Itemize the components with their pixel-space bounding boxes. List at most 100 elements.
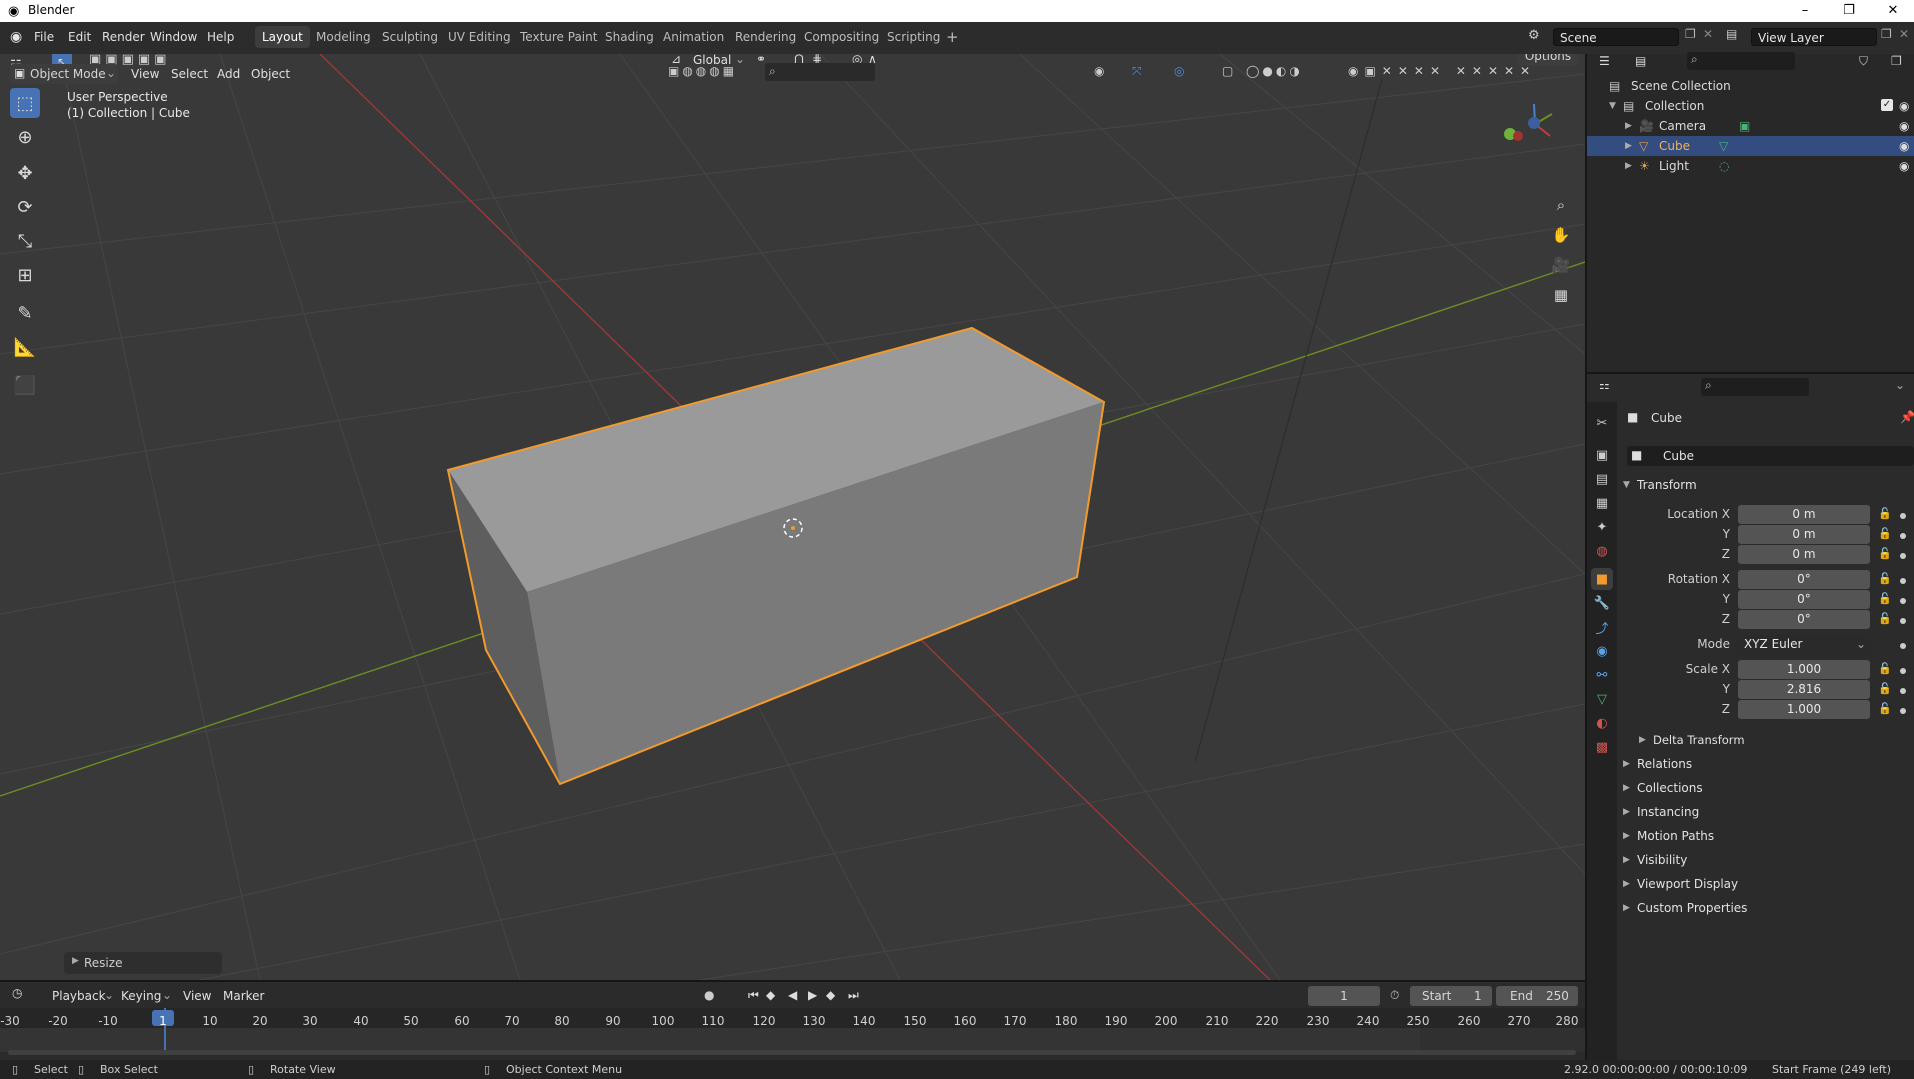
- record-icon[interactable]: ●: [704, 988, 714, 1002]
- tab-constraints[interactable]: ⚯: [1591, 664, 1613, 686]
- keyframe-dot[interactable]: [1900, 533, 1906, 539]
- custom-properties-panel-header[interactable]: ▶ Custom Properties: [1617, 897, 1912, 919]
- play-reverse-icon[interactable]: ◀: [788, 988, 797, 1002]
- tab-animation[interactable]: Animation: [656, 26, 731, 48]
- properties-search-input[interactable]: [1701, 378, 1809, 396]
- object-name-field[interactable]: ■ Cube: [1627, 446, 1914, 466]
- pan-button[interactable]: ✋: [1548, 222, 1574, 248]
- cursor-tool[interactable]: ⊕: [10, 122, 40, 152]
- tab-scene[interactable]: ✦: [1591, 516, 1613, 538]
- delta-transform-header[interactable]: ▶ Delta Transform: [1631, 729, 1912, 751]
- stopwatch-icon[interactable]: ⏱: [1390, 988, 1399, 1003]
- menu-view[interactable]: View: [131, 64, 159, 84]
- move-tool[interactable]: ✥: [10, 158, 40, 188]
- location-x-field[interactable]: 0 m: [1738, 505, 1870, 524]
- scale-tool[interactable]: ⤡: [10, 226, 40, 256]
- timeline[interactable]: ◷ Playback ⌄ Keying ⌄ View Marker ● ⏮ ◆ …: [0, 982, 1585, 1060]
- chevron-right-icon[interactable]: ▶: [1625, 156, 1632, 176]
- zoom-button[interactable]: ⌕: [1548, 192, 1574, 218]
- lock-icon[interactable]: 🔓: [1878, 507, 1892, 520]
- collection-checkbox[interactable]: ✓: [1881, 99, 1893, 111]
- area-separator[interactable]: [0, 980, 1585, 982]
- area-separator[interactable]: [1585, 54, 1587, 1060]
- instancing-panel-header[interactable]: ▶ Instancing: [1617, 801, 1912, 823]
- prev-keyframe-icon[interactable]: ◆: [766, 988, 775, 1002]
- menu-window[interactable]: Window: [146, 28, 201, 46]
- lock-icon[interactable]: 🔓: [1878, 527, 1892, 540]
- rotation-z-field[interactable]: 0°: [1738, 610, 1870, 629]
- close-button[interactable]: ✕: [1872, 0, 1914, 22]
- mode-selector[interactable]: ▣ Object Mode ⌄: [10, 64, 118, 84]
- keyframe-area[interactable]: [0, 1028, 1585, 1052]
- tab-modeling[interactable]: Modeling: [309, 26, 378, 48]
- menu-select[interactable]: Select: [171, 64, 208, 84]
- menu-playback[interactable]: Playback: [52, 986, 106, 1006]
- tab-particles[interactable]: ⤴: [1591, 616, 1613, 638]
- properties-editor-icon[interactable]: ⚏: [1599, 378, 1610, 392]
- blender-menu-icon[interactable]: ◉: [10, 29, 22, 45]
- end-frame-field[interactable]: End 250: [1496, 986, 1578, 1006]
- xray-icon[interactable]: ▢: [1222, 64, 1233, 78]
- eye-icon[interactable]: ◉: [1899, 136, 1909, 156]
- lock-icon[interactable]: 🔓: [1878, 612, 1892, 625]
- tab-compositing[interactable]: Compositing: [797, 26, 886, 48]
- object-visibility-icon[interactable]: ◉: [1094, 64, 1104, 78]
- next-keyframe-icon[interactable]: ◆: [826, 988, 835, 1002]
- motion-paths-panel-header[interactable]: ▶ Motion Paths: [1617, 825, 1912, 847]
- chevron-down-icon[interactable]: ▼: [1609, 96, 1616, 116]
- outliner-scene-collection[interactable]: ▤ Scene Collection: [1587, 76, 1914, 96]
- lock-icon[interactable]: 🔓: [1878, 592, 1892, 605]
- remove-scene-icon[interactable]: ✕: [1703, 27, 1713, 41]
- viewport-search-input[interactable]: [765, 63, 875, 81]
- menu-keying[interactable]: Keying: [121, 986, 161, 1006]
- lock-icon[interactable]: 🔓: [1878, 662, 1892, 675]
- menu-help[interactable]: Help: [203, 28, 238, 46]
- location-y-field[interactable]: 0 m: [1738, 525, 1870, 544]
- tab-uv-editing[interactable]: UV Editing: [441, 26, 518, 48]
- menu-edit[interactable]: Edit: [64, 28, 95, 46]
- rotation-x-field[interactable]: 0°: [1738, 570, 1870, 589]
- menu-object[interactable]: Object: [251, 64, 290, 84]
- keyframe-dot[interactable]: [1900, 618, 1906, 624]
- scale-x-field[interactable]: 1.000: [1738, 660, 1870, 679]
- start-frame-field[interactable]: Start 1: [1410, 986, 1492, 1006]
- tab-rendering[interactable]: Rendering: [728, 26, 803, 48]
- tab-view-layer[interactable]: ▦: [1591, 492, 1613, 514]
- tab-texture[interactable]: ▩: [1591, 736, 1613, 758]
- menu-marker[interactable]: Marker: [223, 986, 264, 1006]
- rotation-y-field[interactable]: 0°: [1738, 590, 1870, 609]
- shading-mode-icons[interactable]: ◯●◐◑: [1246, 64, 1303, 78]
- tab-material[interactable]: ◐: [1591, 712, 1613, 734]
- chevron-down-icon[interactable]: ⌄: [1895, 378, 1905, 392]
- remove-view-layer-icon[interactable]: ✕: [1899, 27, 1909, 41]
- lock-icon[interactable]: 🔓: [1878, 547, 1892, 560]
- location-z-field[interactable]: 0 m: [1738, 545, 1870, 564]
- outliner-item-cube[interactable]: ▶ ▽ Cube ▽ ◉: [1587, 136, 1914, 156]
- tab-tool[interactable]: ✂: [1591, 412, 1613, 434]
- last-operator-panel[interactable]: ▶ Resize: [64, 952, 222, 974]
- scale-y-field[interactable]: 2.816: [1738, 680, 1870, 699]
- lock-icon[interactable]: 🔓: [1878, 572, 1892, 585]
- light-data-icon[interactable]: ◌: [1719, 156, 1729, 176]
- tab-scripting[interactable]: Scripting: [880, 26, 947, 48]
- outliner-item-camera[interactable]: ▶ 🎥 Camera ▣ ◉: [1587, 116, 1914, 136]
- transform-tool[interactable]: ⊞: [10, 260, 40, 290]
- scene-icon[interactable]: ⚙: [1528, 28, 1540, 43]
- menu-render[interactable]: Render: [98, 28, 149, 46]
- new-collection-icon[interactable]: ❐: [1891, 54, 1902, 68]
- timeline-scrollbar[interactable]: [8, 1050, 1576, 1055]
- mesh-data-icon[interactable]: ▽: [1719, 136, 1728, 156]
- display-mode-icon[interactable]: ▤: [1635, 54, 1646, 68]
- jump-start-icon[interactable]: ⏮: [748, 988, 759, 1003]
- annotate-tool[interactable]: ✎: [10, 298, 40, 328]
- menu-add[interactable]: Add: [217, 64, 240, 84]
- transform-panel-header[interactable]: ▼ Transform: [1617, 474, 1912, 496]
- new-scene-icon[interactable]: ❐: [1685, 27, 1696, 41]
- eye-icon[interactable]: ◉: [1899, 116, 1909, 136]
- tab-modifiers[interactable]: 🔧: [1591, 592, 1613, 614]
- outliner-item-light[interactable]: ▶ ☀ Light ◌ ◉: [1587, 156, 1914, 176]
- outliner-search-input[interactable]: [1687, 52, 1795, 70]
- area-separator[interactable]: [1587, 372, 1914, 374]
- tab-render[interactable]: ▣: [1591, 444, 1613, 466]
- gizmos-icon[interactable]: ⤧: [1132, 64, 1142, 79]
